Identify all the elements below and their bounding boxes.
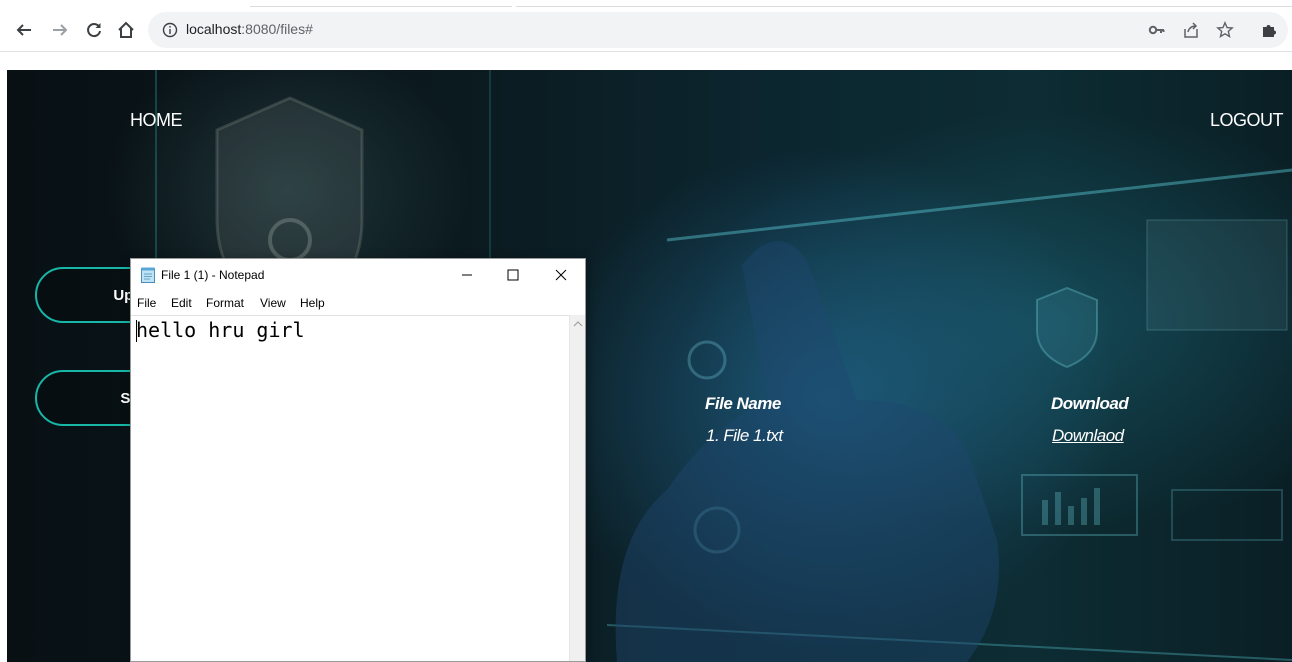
url-path: :8080/files# [241, 21, 313, 37]
info-icon[interactable] [162, 22, 178, 38]
menu-help[interactable]: Help [300, 296, 325, 310]
notepad-app-icon [141, 267, 155, 283]
url-host: localhost [186, 21, 242, 37]
tab-divider [250, 6, 512, 7]
nav-home-link[interactable]: HOME [130, 110, 183, 131]
notepad-window[interactable]: File 1 (1) - Notepad File Edit Format Vi… [130, 258, 586, 662]
menu-view[interactable]: View [260, 296, 286, 310]
notepad-title: File 1 (1) - Notepad [161, 268, 265, 282]
extension-icon[interactable] [1260, 21, 1278, 39]
url-text: localhost:8080/files# [186, 21, 313, 37]
column-header-download: Download [1051, 394, 1129, 413]
tab-divider [516, 6, 1292, 7]
download-link[interactable]: Downlaod [1052, 426, 1124, 446]
column-header-file-name: File Name [705, 394, 781, 413]
close-button[interactable] [547, 263, 575, 287]
browser-toolbar: localhost:8080/files# [0, 8, 1292, 52]
close-icon [555, 269, 567, 281]
minimize-button[interactable] [453, 263, 481, 287]
menu-edit[interactable]: Edit [171, 296, 192, 310]
notepad-content: hello hru girl [136, 318, 305, 342]
file-name-cell: 1. File 1.txt [706, 426, 783, 445]
reload-icon[interactable] [82, 18, 106, 42]
star-icon[interactable] [1216, 21, 1234, 39]
notepad-text-area[interactable]: hello hru girl [131, 315, 569, 661]
notepad-menu-bar: File Edit Format View Help [131, 292, 585, 314]
forward-icon[interactable] [48, 18, 72, 42]
tab-strip [0, 0, 1292, 8]
share-icon[interactable] [1182, 21, 1200, 39]
maximize-icon [507, 269, 519, 281]
minimize-icon [462, 274, 472, 276]
address-bar[interactable]: localhost:8080/files# [148, 12, 1288, 48]
menu-format[interactable]: Format [206, 296, 244, 310]
back-icon[interactable] [12, 18, 36, 42]
vertical-scrollbar[interactable] [569, 315, 585, 661]
maximize-button[interactable] [499, 263, 527, 287]
notepad-title-bar[interactable]: File 1 (1) - Notepad [131, 259, 585, 291]
menu-file[interactable]: File [137, 296, 156, 310]
home-icon[interactable] [114, 18, 138, 42]
scroll-up-icon[interactable] [572, 319, 584, 329]
key-icon[interactable] [1148, 21, 1166, 39]
nav-logout-link[interactable]: LOGOUT [1210, 110, 1284, 131]
